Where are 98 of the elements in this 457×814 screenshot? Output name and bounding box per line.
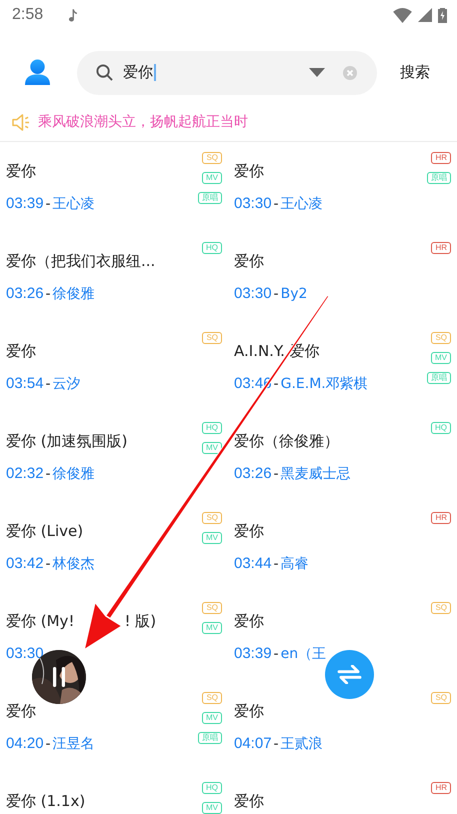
song-duration: 03:26 [6,284,44,304]
quality-tag: SQ [431,332,451,344]
separator: - [274,645,279,664]
quality-tag: SQ [431,692,451,704]
song-title[interactable]: 爱你 (1.1x) [6,791,86,811]
quality-tag: HQ [202,422,222,434]
battery-icon [438,7,447,23]
song-duration: 02:32 [6,464,44,484]
separator: - [274,465,279,484]
separator: - [46,285,51,304]
separator: - [274,555,279,574]
search-field[interactable]: 爱你 [77,50,377,94]
quality-tag: 原唱 [198,732,222,744]
quality-tag: HR [431,782,451,794]
wifi-icon [393,8,412,22]
quality-tag: MV [202,712,222,724]
song-duration: 03:39 [6,194,44,214]
quality-tag: MV [202,802,222,814]
text-cursor [154,64,156,81]
search-icon [96,64,113,81]
quality-tag: HR [431,152,451,164]
notice-text: 乘风破浪潮头立，扬帆起航正当时 [38,113,248,131]
quality-tag: SQ [202,332,222,344]
song-title[interactable]: ! 版) [124,611,156,631]
song-title[interactable]: 爱你 (My! [6,611,74,631]
song-title[interactable]: 爱你（徐俊雅） [234,431,339,451]
search-button[interactable]: 搜索 [392,63,438,82]
song-title[interactable]: 爱你 (Live) [6,521,84,541]
song-duration: 03:30 [6,644,44,664]
song-artist[interactable]: G.E.M.邓紫棋 [280,374,368,394]
song-artist[interactable]: 汪昱名 [52,734,95,754]
separator: - [46,195,51,214]
quality-tag: HQ [202,242,222,254]
song-duration: 03:54 [6,374,44,394]
quality-tag: 原唱 [427,172,451,184]
song-duration: 03:39 [234,644,272,664]
quality-tag: MV [431,352,451,364]
swap-icon [337,665,362,684]
separator: - [274,195,279,214]
user-icon[interactable] [25,59,50,86]
song-title[interactable]: 爱你 (加速氛围版) [6,431,128,451]
song-artist[interactable]: 徐俊雅 [52,464,95,484]
separator: - [46,465,51,484]
pause-icon [53,667,65,687]
song-artist[interactable]: 黑麦威士忌 [280,464,351,484]
song-title[interactable]: 爱你 [234,611,264,631]
song-duration: 03:26 [234,464,272,484]
song-artist[interactable]: 徐俊雅 [52,284,95,304]
song-title[interactable]: 爱你 [234,161,264,181]
song-artist[interactable]: 高睿 [280,554,309,574]
song-title[interactable]: 爱你 [234,791,264,811]
quality-tag: HQ [431,422,451,434]
song-artist[interactable]: 王心凌 [52,194,95,214]
song-duration: 03:30 [234,284,272,304]
quality-tag: SQ [202,692,222,704]
song-title[interactable]: 爱你（把我们衣服纽... [6,251,156,271]
song-title[interactable]: 爱你 [6,341,36,361]
quality-tag: SQ [202,602,222,614]
quality-tag: 原唱 [427,372,451,384]
separator: - [46,555,51,574]
song-duration: 03:30 [234,194,272,214]
song-duration: 04:07 [234,734,272,754]
song-artist[interactable]: 云汐 [52,374,81,394]
quality-tag: HR [431,242,451,254]
song-title[interactable]: 爱你 [234,251,264,271]
quality-tag: SQ [202,152,222,164]
quality-tag: SQ [431,602,451,614]
separator: - [274,375,279,394]
song-duration: 04:20 [6,734,44,754]
song-artist[interactable]: 林俊杰 [52,554,95,574]
status-time: 2:58 [12,6,44,24]
separator: - [46,735,51,754]
song-title[interactable]: 爱你 [6,161,36,181]
separator: - [274,735,279,754]
song-artist[interactable]: By2 [280,284,308,304]
swap-button[interactable] [325,650,374,699]
song-duration: 03:44 [234,554,272,574]
speaker-icon [12,114,31,130]
song-artist[interactable]: 王心凌 [280,194,323,214]
quality-tag: HQ [202,782,222,794]
quality-tag: MV [202,172,222,184]
separator: - [46,375,51,394]
song-title[interactable]: 爱你 [234,701,264,721]
signal-icon [418,8,432,22]
quality-tag: MV [202,532,222,544]
quality-tag: SQ [202,512,222,524]
quality-tag: 原唱 [198,192,222,204]
separator: - [274,285,279,304]
song-artist[interactable]: 王贰浪 [280,734,323,754]
song-title[interactable]: 爱你 [234,521,264,541]
song-duration: 03:42 [6,554,44,574]
song-artist[interactable]: en（王 [280,644,326,664]
song-title[interactable]: 爱你 [6,701,36,721]
dropdown-icon[interactable] [309,68,325,77]
quality-tag: HR [431,512,451,524]
search-text: 爱你 [123,63,153,82]
quality-tag: MV [202,622,222,634]
music-note-icon [69,8,78,22]
